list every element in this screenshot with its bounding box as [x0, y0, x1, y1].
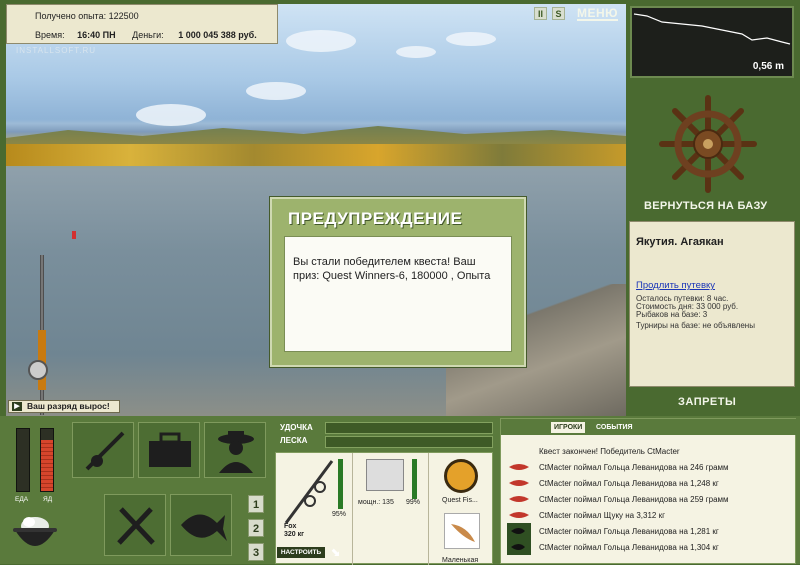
line-name: Quest Fis...	[442, 497, 478, 504]
fish-icon	[507, 539, 531, 555]
rod-durability: 95%	[332, 511, 347, 518]
cauldron-icon[interactable]	[10, 508, 60, 558]
setup-button[interactable]: НАСТРОИТЬ	[277, 547, 325, 558]
warning-dialog: ПРЕДУПРЕЖДЕНИЕ Вы стали победителем квес…	[270, 197, 526, 367]
tackle-box-icon	[149, 432, 191, 467]
event-chat-panel: ИГРОКИ СОБЫТИЯ Квест закончен! Победител…	[500, 418, 797, 564]
reel-durability-bar	[412, 459, 417, 499]
fish-icon	[181, 514, 227, 541]
time-label: Время:	[35, 30, 65, 40]
chat-tabs: ИГРОКИ СОБЫТИЯ	[501, 419, 797, 435]
rod-tension-bar	[325, 422, 493, 434]
food-tile[interactable]	[104, 494, 166, 556]
rank-up-text: Ваш разряд вырос!	[27, 401, 110, 411]
rod-durability-bar	[338, 459, 343, 509]
poison-gauge	[40, 428, 54, 492]
dialog-message: Вы стали победителем квеста! Ваш приз: Q…	[284, 236, 512, 352]
sound-button[interactable]: S	[552, 7, 565, 20]
chat-message-1: Квест закончен! Победитель CtMacter	[539, 447, 680, 456]
money-value: 1 000 045 388 руб.	[178, 30, 257, 40]
line-spool-icon[interactable]	[444, 459, 478, 493]
lure-icon	[509, 464, 529, 470]
depth-graph: 0,56 m	[630, 6, 794, 78]
line-tension-bar	[325, 436, 493, 448]
time-value: 16:40 ПН	[77, 30, 116, 40]
reel-durability: 99%	[406, 499, 421, 506]
knife-fork-icon	[117, 507, 155, 545]
lure-icon	[509, 512, 529, 518]
bans-button[interactable]: ЗАПРЕТЫ	[678, 396, 736, 408]
slot-tab-2[interactable]: 2	[248, 519, 264, 537]
fish-tile[interactable]	[170, 494, 232, 556]
money-label: Деньги:	[132, 30, 164, 40]
tournaments-status: Турниры на базе: не объявлены	[636, 321, 755, 330]
fish-icon	[507, 523, 531, 539]
reel-slot-icon[interactable]	[366, 459, 404, 491]
tab-events[interactable]: СОБЫТИЯ	[593, 422, 636, 433]
menu-button[interactable]: МЕНЮ	[577, 7, 619, 21]
chat-message-4: CtMacter поймал Гольца Леванидова на 259…	[539, 495, 729, 504]
line-label: ЛЕСКА	[280, 436, 308, 445]
slot-tab-1[interactable]: 1	[248, 495, 264, 513]
dialog-title: ПРЕДУПРЕЖДЕНИЕ	[288, 209, 463, 228]
food-gauge	[16, 428, 30, 492]
slot-tab-3[interactable]: 3	[248, 543, 264, 561]
fisherman-icon	[218, 431, 254, 473]
player-stats-panel: Получено опыта: 122500 Время: 16:40 ПН Д…	[6, 4, 278, 44]
rod-label: УДОЧКА	[280, 423, 313, 432]
location-info-panel: Якутия. Агаякан Продлить путевку Осталос…	[629, 221, 795, 387]
reel-power: мощн.: 135	[358, 499, 394, 506]
bait-name: Маленькая	[442, 557, 479, 564]
reel-icon	[28, 360, 48, 380]
return-to-base-button[interactable]: ВЕРНУТЬСЯ НА БАЗУ	[644, 200, 767, 212]
chat-message-5: CtMacter поймал Щуку на 3,312 кг	[539, 511, 665, 520]
rod-weight: 320 кг	[284, 531, 305, 538]
expand-arrow-icon[interactable]: ⬊	[331, 546, 340, 559]
lure-icon	[509, 480, 529, 486]
time-money-row: Время: 16:40 ПН Деньги: 1 000 045 388 ру…	[35, 30, 257, 40]
tackle-tile[interactable]	[72, 422, 134, 478]
rank-up-notice: ▶ Ваш разряд вырос!	[8, 400, 120, 413]
rod-name: Fox	[284, 523, 297, 530]
rod-icon	[284, 460, 334, 524]
experience-row: Получено опыта: 122500	[35, 11, 139, 21]
ship-wheel-icon[interactable]	[658, 94, 758, 194]
extend-trip-link[interactable]: Продлить путевку	[636, 280, 715, 291]
chat-message-7: CtMacter поймал Гольца Леванидова на 1,3…	[539, 543, 719, 552]
lure-icon	[509, 496, 529, 502]
chat-message-2: CtMacter поймал Гольца Леванидова на 246…	[539, 463, 729, 472]
arrow-right-icon: ▶	[12, 402, 22, 411]
tackle-box-tile[interactable]	[138, 422, 200, 478]
float-marker	[72, 231, 76, 239]
rod-and-reel-icon	[85, 431, 125, 471]
experience-label: Получено опыта:	[35, 11, 107, 21]
chat-message-3: CtMacter поймал Гольца Леванидова на 1,2…	[539, 479, 719, 488]
poison-label: ЯД	[43, 496, 53, 503]
fisherman-tile[interactable]	[204, 422, 266, 478]
food-label: ЕДА	[15, 496, 29, 503]
fishermen-count: Рыбаков на базе: 3	[636, 310, 708, 319]
chat-message-6: CtMacter поймал Гольца Леванидова на 1,2…	[539, 527, 719, 536]
experience-value: 122500	[108, 11, 139, 21]
tab-players[interactable]: ИГРОКИ	[551, 422, 586, 433]
location-title: Якутия. Агаякан	[636, 236, 724, 248]
watermark-text: INSTALLSOFT.RU	[16, 46, 97, 55]
bait-icon[interactable]	[444, 513, 480, 549]
pause-button[interactable]: II	[534, 7, 547, 20]
depth-readout: 0,56 m	[752, 61, 784, 72]
